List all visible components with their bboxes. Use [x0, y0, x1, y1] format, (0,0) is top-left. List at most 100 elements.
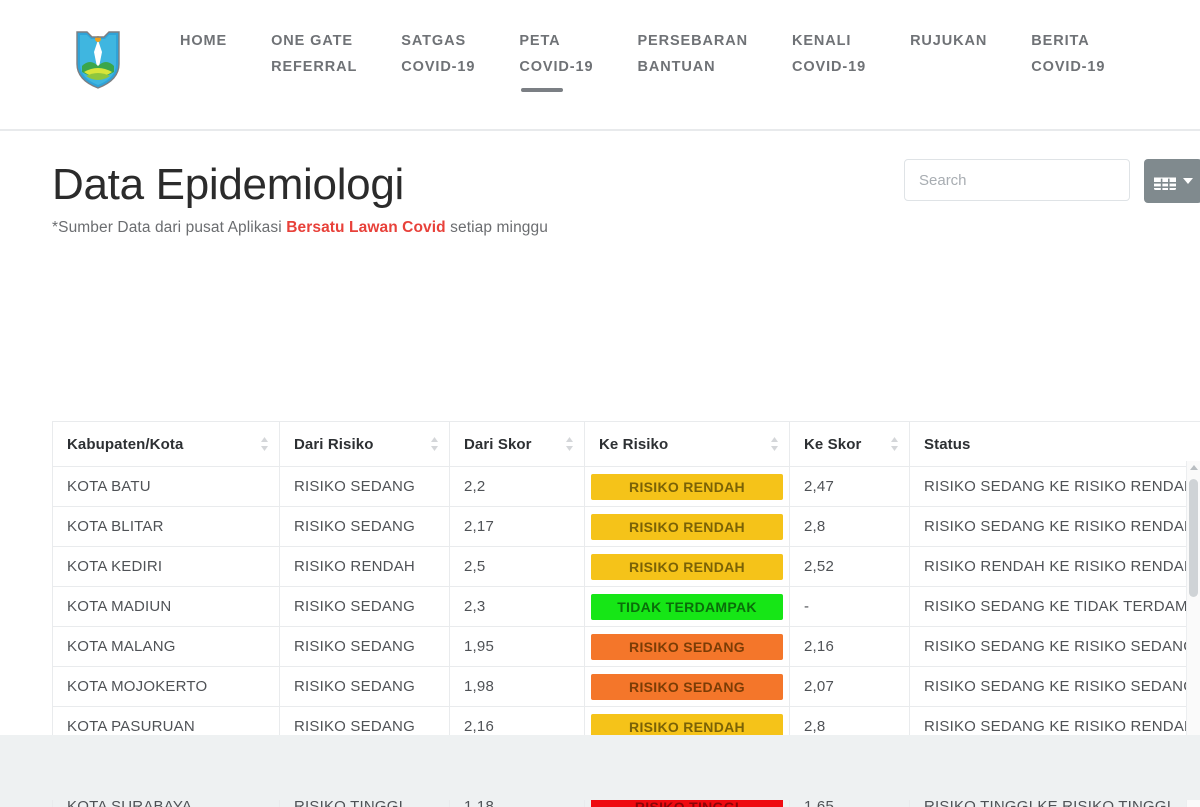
table-row[interactable]: KOTA KEDIRIRISIKO RENDAH2,5RISIKO RENDAH…: [53, 547, 1200, 587]
page-subtitle: *Sumber Data dari pusat Aplikasi Bersatu…: [52, 219, 1200, 237]
subtitle-highlight: Bersatu Lawan Covid: [286, 219, 446, 236]
nav-item-line1: PETA: [519, 33, 560, 49]
cell-kabupaten: KOTA MADIUN: [53, 587, 280, 627]
cell-dari-skor: 2,3: [450, 587, 585, 627]
sort-icon: [770, 437, 779, 451]
column-visibility-button[interactable]: [1144, 159, 1200, 203]
east-java-provincial-emblem-icon: [72, 28, 124, 90]
sort-icon: [565, 437, 574, 451]
cell-ke-risiko: RISIKO RENDAH: [585, 467, 790, 507]
cell-dari-skor: 1,98: [450, 667, 585, 707]
table-toolbar: [904, 159, 1200, 203]
column-header-label: Ke Risiko: [599, 436, 668, 453]
table-row[interactable]: KOTA MALANGRISIKO SEDANG1,95RISIKO SEDAN…: [53, 627, 1200, 667]
risk-status-badge: RISIKO RENDAH: [591, 554, 783, 580]
nav-item-line1: PERSEBARAN: [637, 33, 748, 49]
column-header-label: Dari Risiko: [294, 436, 373, 453]
page-header: Data Epidemiologi *Sumber Data dari pusa…: [0, 131, 1200, 237]
risk-status-badge: RISIKO SEDANG: [591, 674, 783, 700]
table-grid-icon: [1154, 173, 1176, 190]
cell-status: RISIKO SEDANG KE TIDAK TERDAMPAK: [910, 587, 1200, 627]
nav-item-one-gate-referral[interactable]: ONE GATE REFERRAL: [271, 28, 357, 80]
top-navbar: HOME ONE GATE REFERRAL SATGAS COVID-19 P…: [0, 0, 1200, 130]
cell-kabupaten: KOTA MALANG: [53, 627, 280, 667]
risk-status-badge: TIDAK TERDAMPAK: [591, 594, 783, 620]
cell-ke-risiko: RISIKO RENDAH: [585, 507, 790, 547]
column-header-kabupaten-kota[interactable]: Kabupaten/Kota: [53, 422, 280, 467]
column-header-label: Kabupaten/Kota: [67, 436, 183, 453]
cell-dari-skor: 2,5: [450, 547, 585, 587]
risk-status-badge: RISIKO RENDAH: [591, 474, 783, 500]
table-header-row: Kabupaten/Kota Dari Risiko Dari Skor: [53, 422, 1200, 467]
cell-kabupaten: KOTA KEDIRI: [53, 547, 280, 587]
cell-ke-risiko: TIDAK TERDAMPAK: [585, 587, 790, 627]
cell-ke-skor: 2,47: [790, 467, 910, 507]
cell-status: RISIKO SEDANG KE RISIKO RENDAH: [910, 507, 1200, 547]
sort-icon: [260, 437, 269, 451]
nav-item-kenali-covid-19[interactable]: KENALI COVID-19: [792, 28, 866, 80]
cell-dari-skor: 2,17: [450, 507, 585, 547]
table-row[interactable]: KOTA MADIUNRISIKO SEDANG2,3TIDAK TERDAMP…: [53, 587, 1200, 627]
nav-item-line1: ONE GATE: [271, 33, 353, 49]
cell-status: RISIKO SEDANG KE RISIKO SEDANG: [910, 627, 1200, 667]
nav-item-home[interactable]: HOME: [180, 28, 227, 54]
column-header-ke-risiko[interactable]: Ke Risiko: [585, 422, 790, 467]
nav-item-rujukan[interactable]: RUJUKAN: [910, 28, 987, 54]
cell-ke-skor: -: [790, 587, 910, 627]
nav-item-persebaran-bantuan[interactable]: PERSEBARAN BANTUAN: [637, 28, 748, 80]
cell-ke-risiko: RISIKO SEDANG: [585, 667, 790, 707]
nav-item-line1: SATGAS: [401, 33, 466, 49]
sort-icon: [430, 437, 439, 451]
nav-item-line2: BANTUAN: [637, 54, 748, 80]
nav-item-line2: COVID-19: [519, 54, 593, 80]
table-row[interactable]: KOTA MOJOKERTORISIKO SEDANG1,98RISIKO SE…: [53, 667, 1200, 707]
cell-kabupaten: KOTA BLITAR: [53, 507, 280, 547]
cell-dari-risiko: RISIKO SEDANG: [280, 507, 450, 547]
cell-ke-skor: 2,16: [790, 627, 910, 667]
column-header-status[interactable]: Status: [910, 422, 1200, 467]
nav-item-satgas-covid-19[interactable]: SATGAS COVID-19: [401, 28, 475, 80]
nav-item-line2: COVID-19: [1031, 54, 1105, 80]
scrollbar-thumb[interactable]: [1189, 479, 1198, 597]
column-header-ke-skor[interactable]: Ke Skor: [790, 422, 910, 467]
nav-item-line1: HOME: [180, 33, 227, 49]
footer-band: [0, 735, 1200, 800]
nav-item-line1: RUJUKAN: [910, 33, 987, 49]
cell-dari-skor: 2,2: [450, 467, 585, 507]
column-header-label: Ke Skor: [804, 436, 861, 453]
column-header-dari-skor[interactable]: Dari Skor: [450, 422, 585, 467]
cell-dari-risiko: RISIKO SEDANG: [280, 467, 450, 507]
column-header-label: Dari Skor: [464, 436, 532, 453]
subtitle-after: setiap minggu: [446, 219, 548, 236]
nav-item-line2: COVID-19: [792, 54, 866, 80]
nav-item-line1: BERITA: [1031, 33, 1089, 49]
main-content: Data Epidemiologi *Sumber Data dari pusa…: [0, 131, 1200, 735]
nav-links: HOME ONE GATE REFERRAL SATGAS COVID-19 P…: [180, 28, 1200, 80]
column-header-dari-risiko[interactable]: Dari Risiko: [280, 422, 450, 467]
chevron-down-icon: [1183, 178, 1193, 184]
table-head: Kabupaten/Kota Dari Risiko Dari Skor: [53, 422, 1200, 467]
cell-ke-skor: 2,52: [790, 547, 910, 587]
cell-ke-skor: 2,07: [790, 667, 910, 707]
search-input[interactable]: [904, 159, 1130, 201]
nav-item-line2: REFERRAL: [271, 54, 357, 80]
table-row[interactable]: KOTA BLITARRISIKO SEDANG2,17RISIKO RENDA…: [53, 507, 1200, 547]
column-header-label: Status: [924, 436, 970, 453]
cell-status: RISIKO SEDANG KE RISIKO RENDAH: [910, 467, 1200, 507]
nav-item-berita-covid-19[interactable]: BERITA COVID-19: [1031, 28, 1105, 80]
cell-ke-skor: 2,8: [790, 507, 910, 547]
nav-item-line1: KENALI: [792, 33, 851, 49]
scroll-up-arrow-icon[interactable]: [1190, 465, 1198, 470]
cell-status: RISIKO RENDAH KE RISIKO RENDAH: [910, 547, 1200, 587]
sort-icon: [890, 437, 899, 451]
cell-dari-risiko: RISIKO SEDANG: [280, 667, 450, 707]
table-row[interactable]: KOTA BATURISIKO SEDANG2,2RISIKO RENDAH2,…: [53, 467, 1200, 507]
cell-ke-risiko: RISIKO RENDAH: [585, 547, 790, 587]
cell-dari-risiko: RISIKO RENDAH: [280, 547, 450, 587]
brand-logo[interactable]: [52, 28, 144, 90]
cell-ke-risiko: RISIKO SEDANG: [585, 627, 790, 667]
cell-status: RISIKO SEDANG KE RISIKO SEDANG: [910, 667, 1200, 707]
cell-dari-risiko: RISIKO SEDANG: [280, 627, 450, 667]
nav-item-peta-covid-19[interactable]: PETA COVID-19: [519, 28, 593, 80]
risk-status-badge: RISIKO SEDANG: [591, 634, 783, 660]
